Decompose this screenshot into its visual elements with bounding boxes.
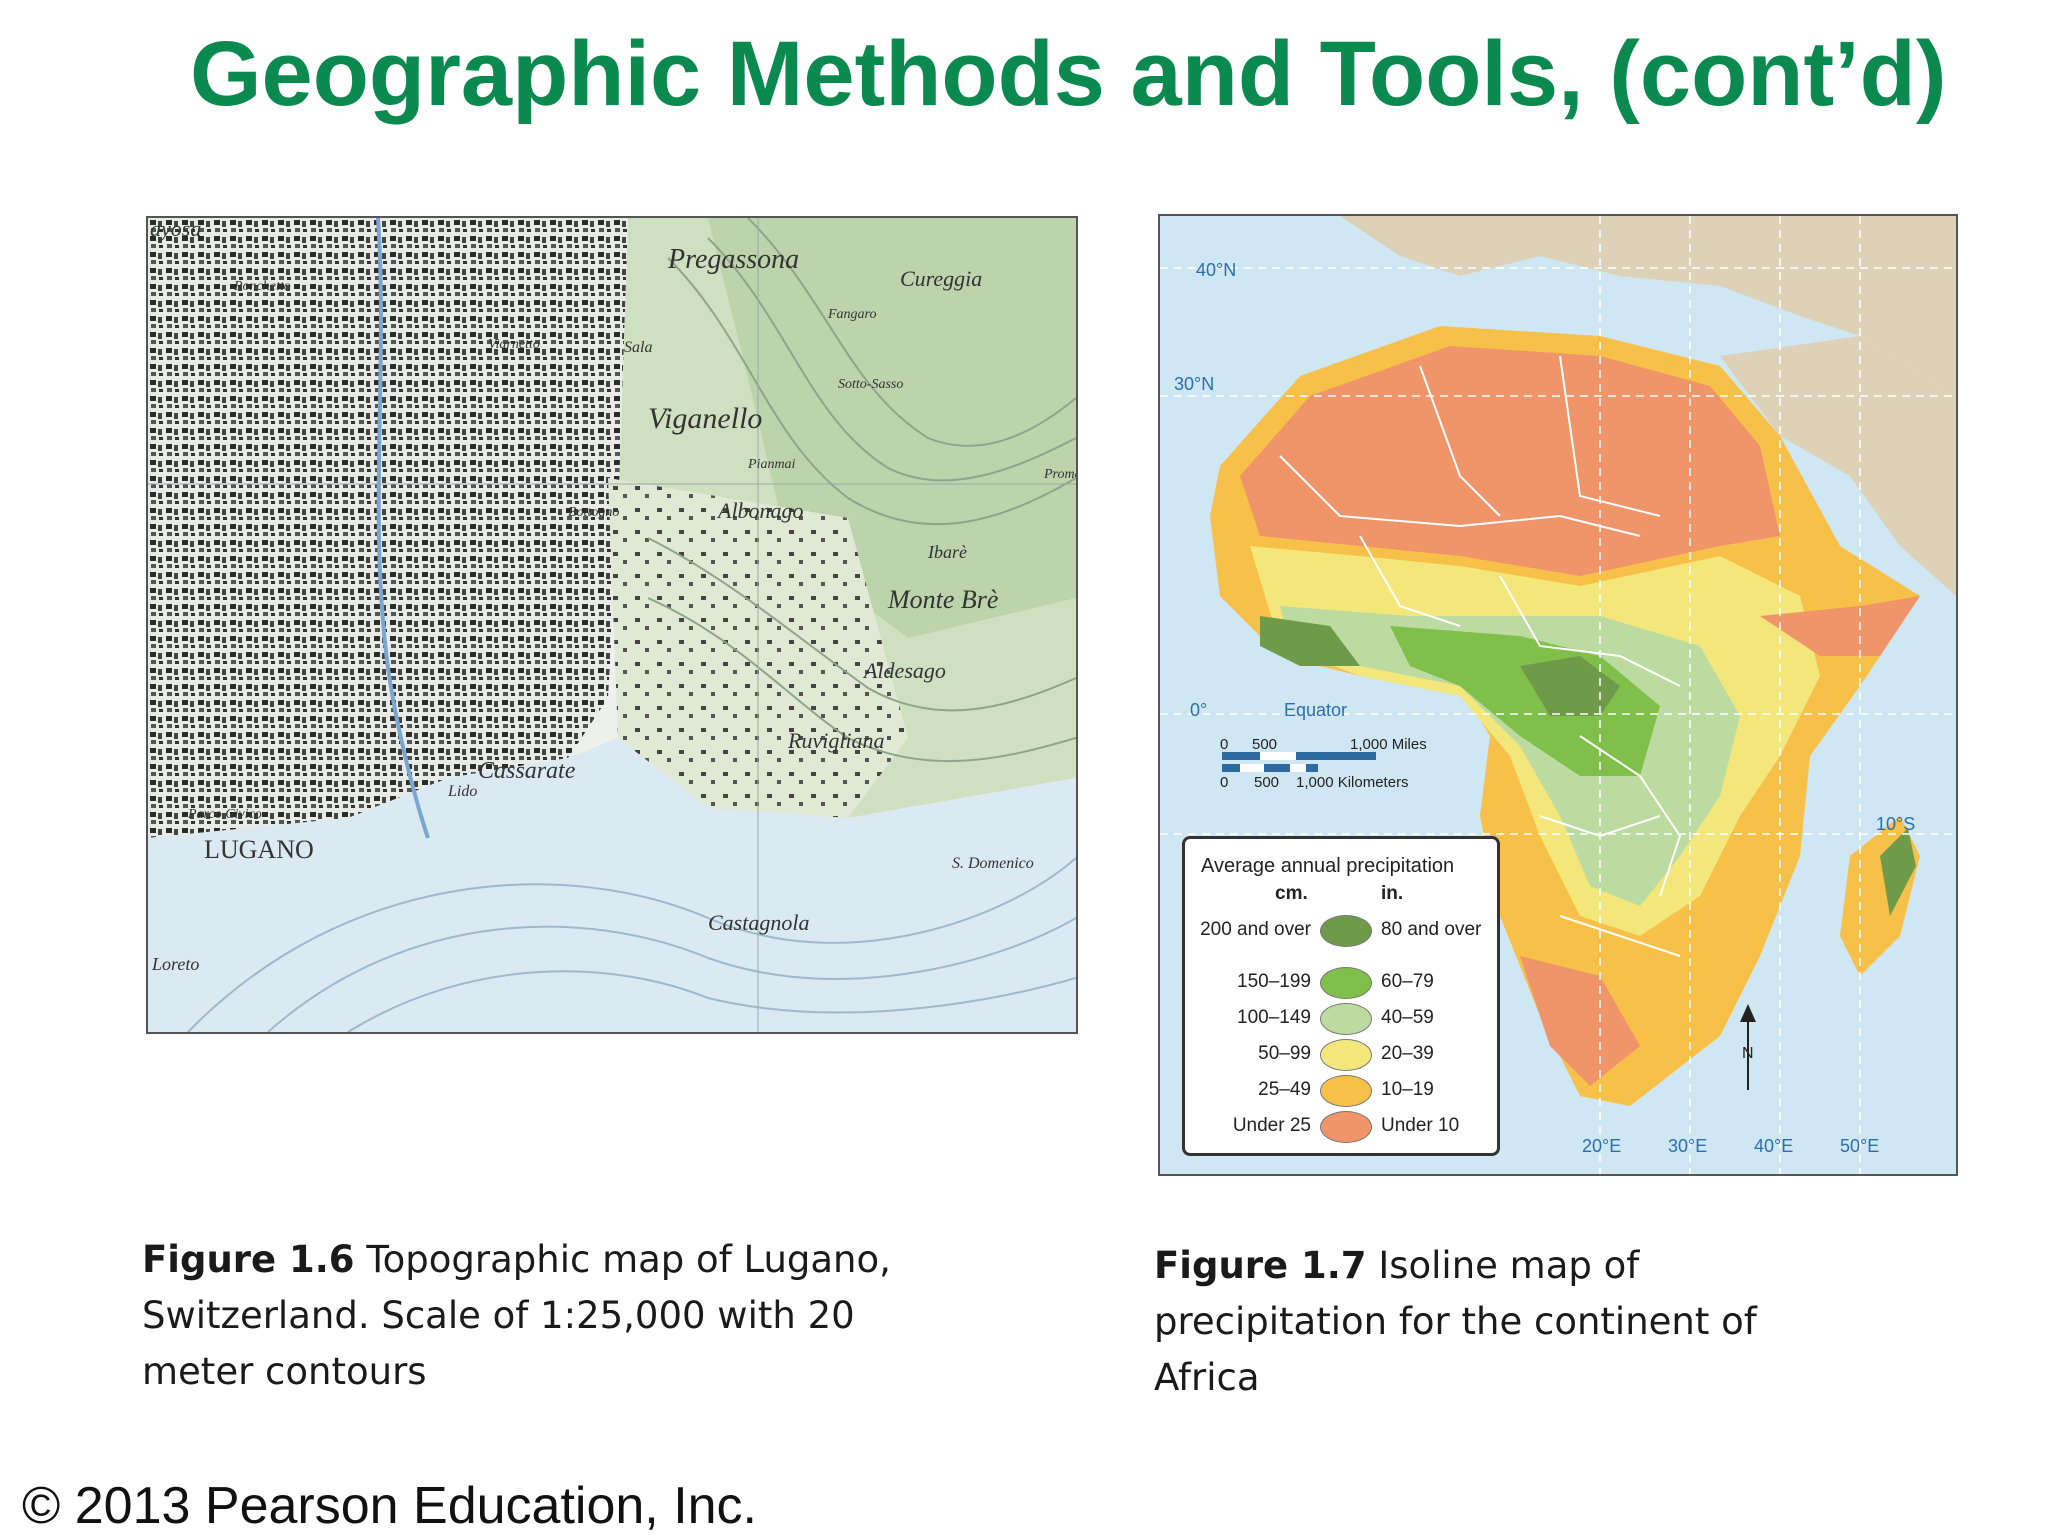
topo-label: Parco Civico [187, 807, 262, 822]
lat-label-40n: 40°N [1196, 260, 1237, 280]
lat-label-0: 0° [1190, 700, 1208, 720]
legend-title: Average annual precipitation [1201, 855, 1455, 877]
topo-label: Monte Brè [887, 585, 998, 614]
topo-label: LUGANO [204, 835, 314, 864]
legend-swatch [1320, 1039, 1372, 1071]
equator-label: Equator [1284, 700, 1348, 720]
topo-label: Albonago [716, 498, 804, 523]
topo-label: S. Domenico [952, 855, 1034, 872]
legend-in-value: 40–59 [1381, 1007, 1434, 1028]
topo-label: Castagnola [708, 910, 809, 935]
legend-swatch [1320, 1075, 1372, 1107]
legend-row: 50–99 20–39 [1185, 1037, 1497, 1071]
topo-label: Viganello [648, 402, 762, 435]
lon-label-40e: 40°E [1754, 1136, 1794, 1156]
figure-1-6-caption: Figure 1.6 Topographic map of Lugano, Sw… [142, 1232, 902, 1400]
figure-1-7-caption: Figure 1.7 Isoline map of precipitation … [1154, 1238, 1834, 1406]
topo-label: Pregassona [667, 244, 799, 275]
scale-km-0: 0 [1220, 774, 1229, 791]
lon-label-50e: 50°E [1840, 1136, 1880, 1156]
legend-cm-value: 200 and over [1200, 919, 1311, 940]
legend-row: 150–199 60–79 [1185, 965, 1497, 999]
topo-label: Loreto [151, 954, 199, 974]
precipitation-legend: Average annual precipitation cm. in. 200… [1182, 836, 1500, 1156]
topo-label: Lido [447, 783, 477, 800]
africa-precipitation-map: N 40°N 30°N 0° Equator 10°S 20°E 30°E 40… [1158, 214, 1958, 1176]
lon-label-30e: 30°E [1668, 1136, 1708, 1156]
legend-cm-value: Under 25 [1232, 1115, 1311, 1136]
topo-label: Bottogno [568, 505, 619, 520]
legend-swatch [1320, 967, 1372, 999]
topo-label: Prome [1043, 467, 1076, 482]
slide-title: Geographic Methods and Tools, (cont’d) [190, 23, 1947, 125]
figure-1-6-label: Figure 1.6 [142, 1238, 355, 1281]
legend-row: 25–49 10–19 [1185, 1073, 1497, 1107]
topo-map-graphic: ayosa Pregassona Cureggia Viganello Albo… [148, 218, 1076, 1032]
legend-in-value: 10–19 [1381, 1079, 1434, 1100]
legend-cm-value: 150–199 [1237, 971, 1311, 992]
copyright-notice: © 2013 Pearson Education, Inc. [22, 1477, 758, 1535]
topo-label: Ibarè [927, 542, 967, 562]
topo-label: Fangaro [827, 307, 876, 322]
topographic-map-lugano: ayosa Pregassona Cureggia Viganello Albo… [146, 216, 1078, 1034]
lat-label-30n: 30°N [1174, 374, 1215, 394]
scale-miles-500: 500 [1252, 736, 1278, 753]
legend-cm-value: 100–149 [1237, 1007, 1311, 1028]
north-label: N [1742, 1045, 1754, 1062]
lon-label-20e: 20°E [1582, 1136, 1622, 1156]
lat-label-10s: 10°S [1876, 814, 1916, 834]
topo-label: Sotto-Sasso [838, 377, 903, 392]
topo-label: Viarnetto [488, 337, 540, 352]
topo-label: Ronchetto [233, 279, 291, 294]
legend-swatch [1320, 915, 1372, 947]
legend-in-value: 60–79 [1381, 971, 1434, 992]
topo-label: Ruvigliana [787, 728, 885, 753]
legend-cm-value: 50–99 [1258, 1043, 1311, 1064]
topo-label: Cureggia [900, 266, 982, 291]
legend-in-value: Under 10 [1381, 1115, 1460, 1136]
scale-km-1000: 1,000 Kilometers [1296, 774, 1409, 791]
legend-cm-value: 25–49 [1258, 1079, 1311, 1100]
topo-label: Cassarate [478, 758, 576, 784]
legend-in-value: 20–39 [1381, 1043, 1434, 1064]
legend-swatch [1320, 1003, 1372, 1035]
legend-row: 100–149 40–59 [1185, 1001, 1497, 1035]
scale-km-500: 500 [1254, 774, 1280, 791]
topo-label: Aldesago [862, 658, 946, 683]
topo-label: Pianmai [747, 457, 796, 472]
legend-row: Under 25 Under 10 [1185, 1109, 1497, 1143]
legend-row: 200 and over 80 and over [1185, 913, 1497, 947]
topo-label: ayosa [150, 218, 201, 241]
scale-miles-0: 0 [1220, 736, 1229, 753]
figure-1-7-label: Figure 1.7 [1154, 1244, 1367, 1287]
legend-in-value: 80 and over [1381, 919, 1482, 940]
legend-in-header: in. [1381, 883, 1404, 904]
legend-swatch [1320, 1111, 1372, 1143]
scale-miles-1000: 1,000 Miles [1350, 736, 1427, 753]
topo-label: Sala [624, 339, 652, 356]
legend-cm-header: cm. [1275, 883, 1308, 904]
